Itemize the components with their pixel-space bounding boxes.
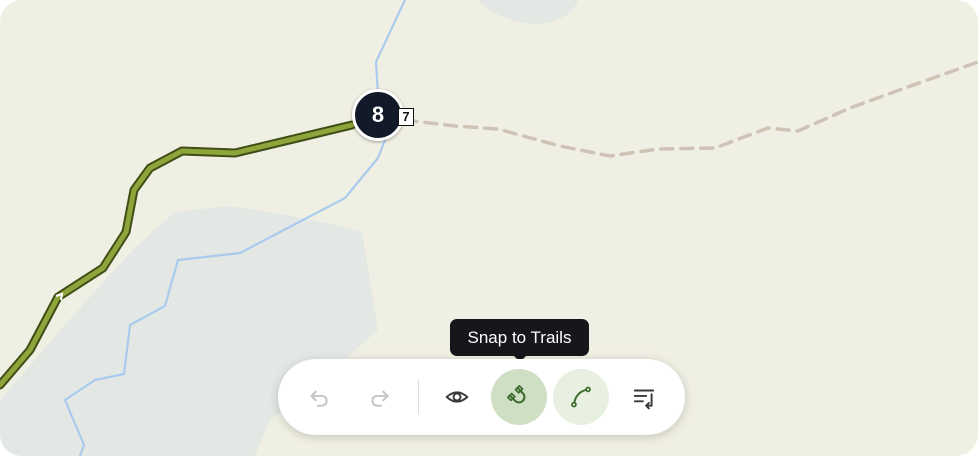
reverse-route-button[interactable] (616, 369, 672, 425)
eye-icon (445, 391, 469, 403)
curve-icon (571, 386, 591, 408)
waypoint-marker[interactable]: 8 (352, 89, 404, 141)
water-area-top (478, 0, 578, 24)
map-view[interactable]: 8 7 Snap to Trails (0, 0, 978, 456)
redo-icon (371, 390, 389, 407)
route-toolbar (278, 359, 685, 435)
preview-button[interactable] (429, 369, 485, 425)
magnet-icon (507, 385, 526, 404)
toolbar-divider (418, 380, 419, 414)
tooltip-text: Snap to Trails (467, 327, 572, 347)
next-waypoint-label: 7 (398, 108, 414, 126)
snap-to-trails-button[interactable] (491, 369, 547, 425)
waypoint-number: 8 (371, 102, 385, 127)
list-reverse-icon (633, 389, 655, 410)
unpaved-trail (403, 60, 978, 158)
redo-button[interactable] (352, 369, 408, 425)
snap-to-trails-tooltip: Snap to Trails (450, 319, 589, 356)
undo-button[interactable] (291, 369, 347, 425)
undo-icon (310, 390, 328, 407)
draw-curve-button[interactable] (553, 369, 609, 425)
